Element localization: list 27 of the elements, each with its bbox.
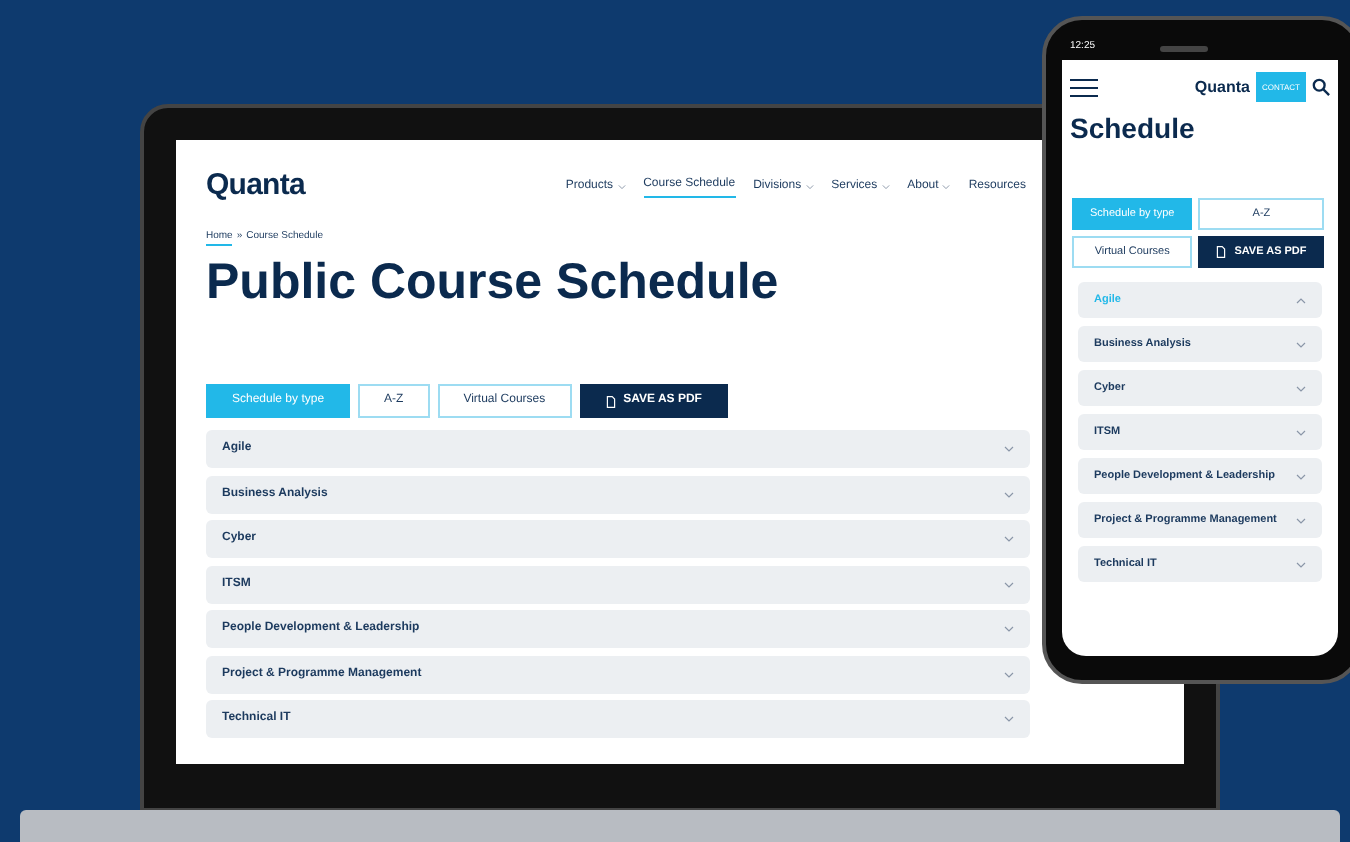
chevron-down-icon (1296, 517, 1306, 523)
chevron-down-icon (1004, 626, 1014, 632)
chevron-down-icon (1004, 581, 1014, 587)
search-icon[interactable] (1312, 78, 1330, 96)
menu-icon[interactable] (1070, 77, 1098, 97)
chevron-down-icon (1004, 716, 1014, 722)
chevron-down-icon (1296, 385, 1306, 391)
chevron-down-icon (1296, 561, 1306, 567)
quanta-logo[interactable]: Quanta (1194, 75, 1250, 99)
chevron-down-icon (1004, 446, 1014, 452)
chevron-down-icon (1004, 536, 1014, 542)
page-title: Schedule (1070, 114, 1197, 142)
chevron-up-icon (1296, 297, 1306, 303)
chevron-down-icon (1004, 491, 1014, 497)
quanta-logo[interactable]: Quanta (206, 164, 305, 209)
chevron-down-icon (805, 183, 814, 190)
page-title: Public Course Schedule (206, 258, 779, 308)
chevron-down-icon (617, 183, 626, 190)
chevron-down-icon (1296, 341, 1306, 347)
document-icon (605, 395, 616, 407)
document-icon (1216, 246, 1227, 258)
chevron-down-icon (1296, 473, 1306, 479)
chevron-down-icon (1004, 671, 1014, 677)
chevron-down-icon (881, 183, 890, 190)
chevron-down-icon (942, 183, 951, 190)
phone-speaker-drawing (1159, 45, 1208, 51)
chevron-down-icon (1296, 429, 1306, 435)
